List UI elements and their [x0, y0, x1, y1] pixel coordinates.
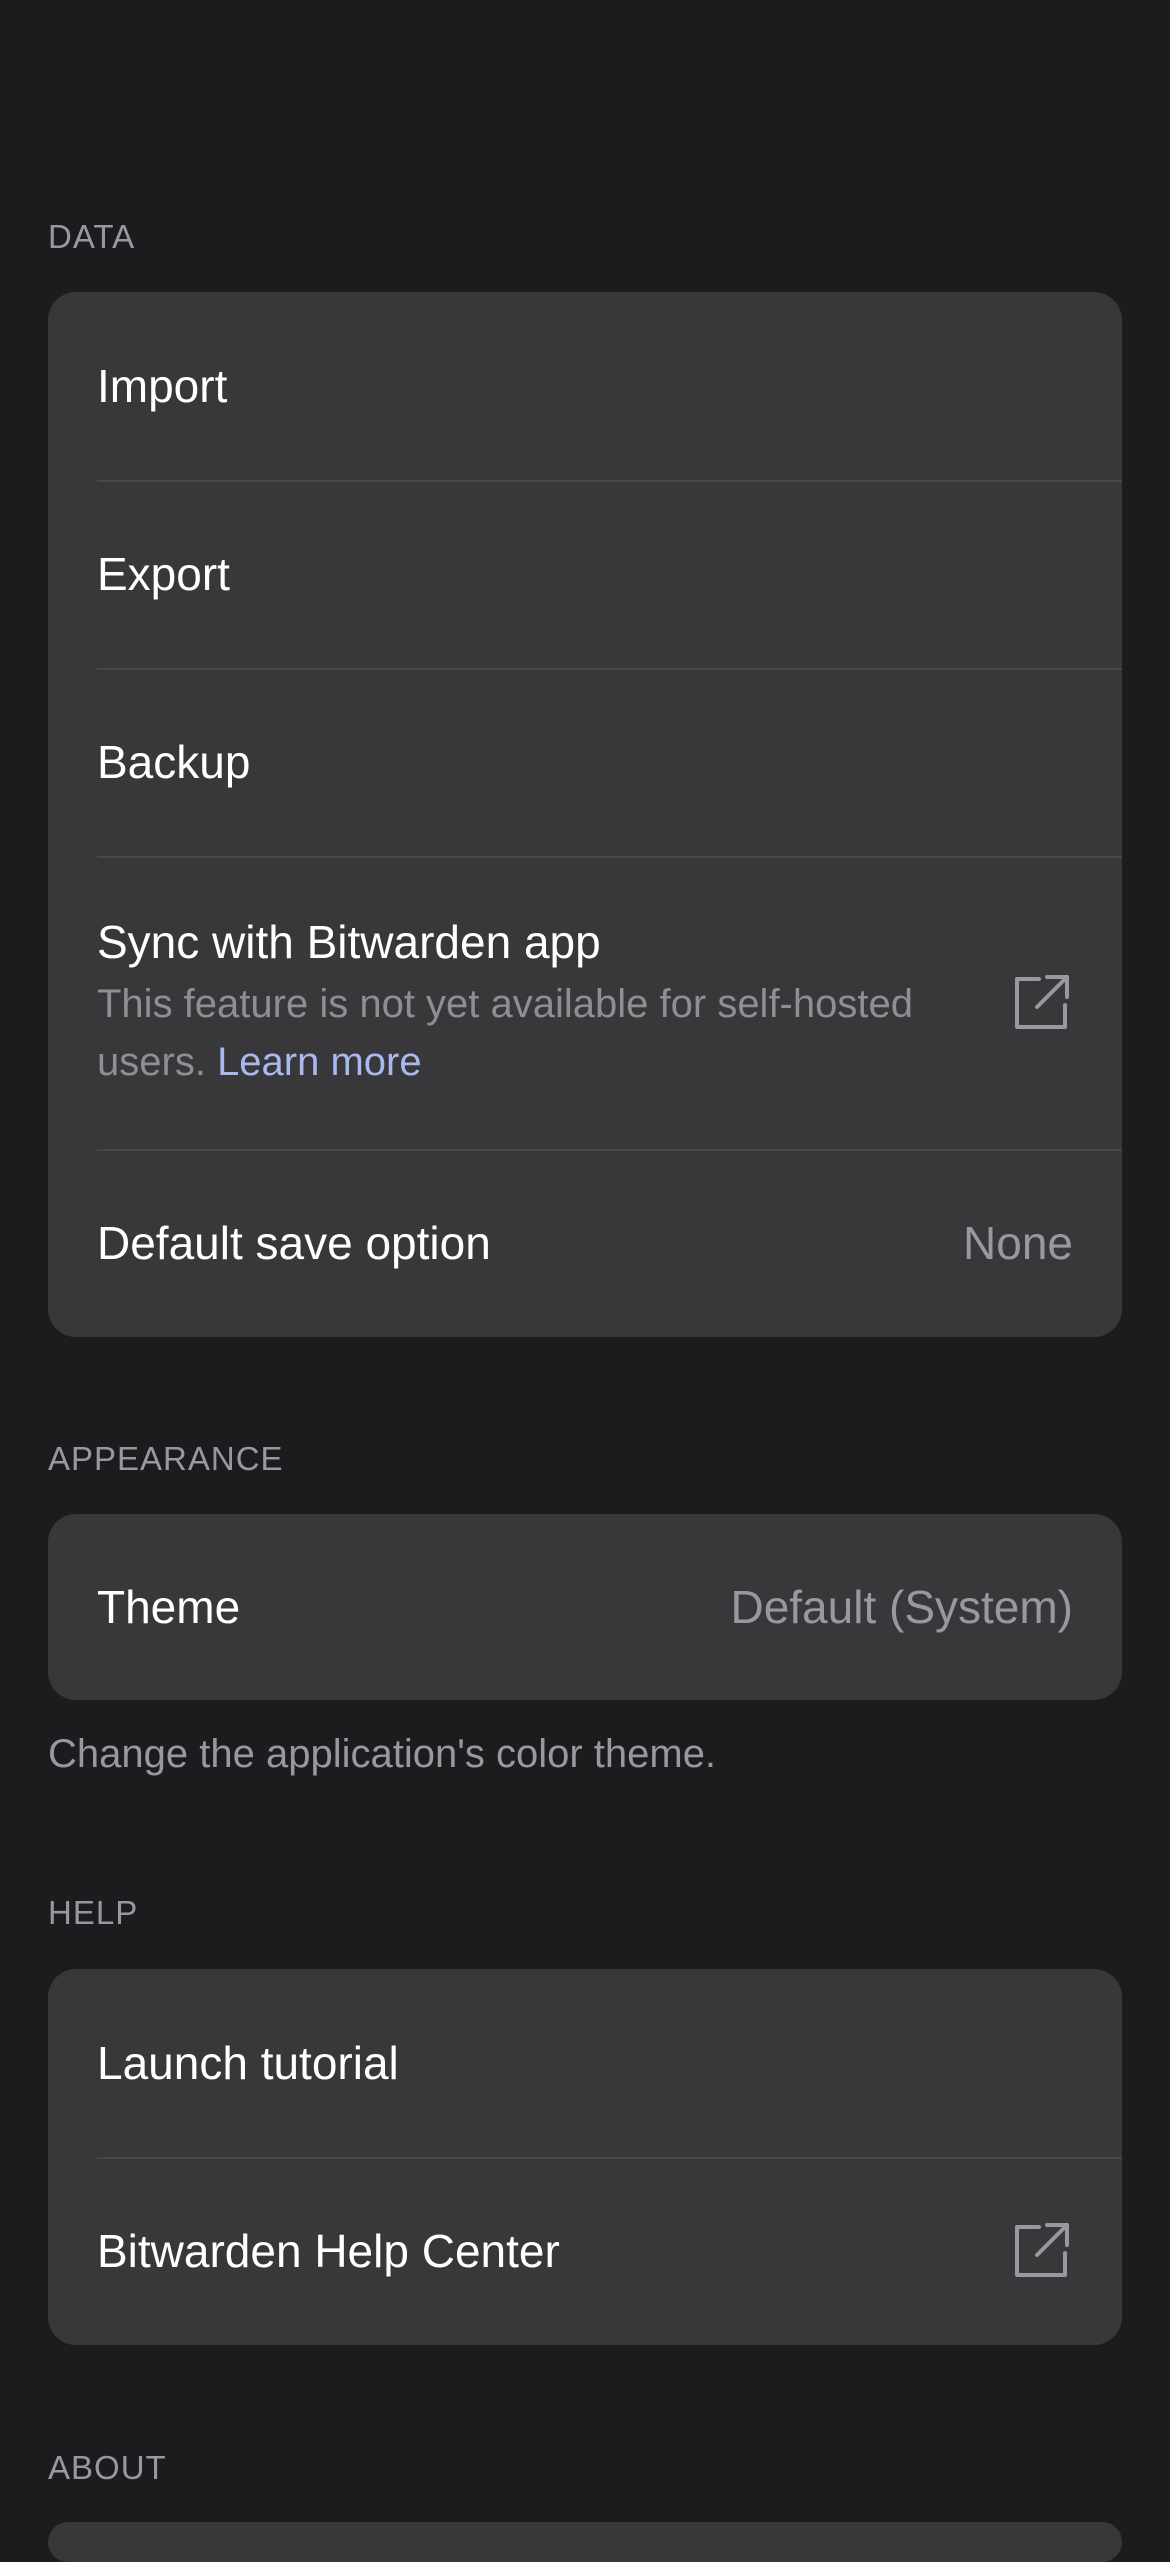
- theme-row[interactable]: Theme Default (System): [48, 1514, 1122, 1700]
- sync-bitwarden-description: This feature is not yet available for se…: [97, 975, 917, 1091]
- launch-tutorial-label: Launch tutorial: [97, 2037, 399, 2089]
- sync-bitwarden-row[interactable]: Sync with Bitwarden app This feature is …: [48, 856, 1122, 1149]
- import-label: Import: [97, 360, 228, 412]
- about-card: [48, 2522, 1122, 2562]
- external-link-icon: [1015, 2223, 1069, 2277]
- help-card: Launch tutorial Bitwarden Help Center: [48, 1969, 1122, 2345]
- theme-label: Theme: [97, 1581, 241, 1633]
- section-header-about: ABOUT: [48, 2449, 167, 2486]
- backup-label: Backup: [97, 736, 251, 788]
- default-save-option-label: Default save option: [97, 1217, 491, 1269]
- section-header-help: HELP: [48, 1894, 139, 1931]
- backup-row[interactable]: Backup: [48, 668, 1122, 856]
- learn-more-link[interactable]: Learn more: [217, 1040, 422, 1084]
- export-row[interactable]: Export: [48, 480, 1122, 668]
- sync-bitwarden-label: Sync with Bitwarden app: [97, 915, 601, 968]
- section-header-appearance: APPEARANCE: [48, 1440, 284, 1477]
- appearance-card: Theme Default (System): [48, 1514, 1122, 1700]
- export-label: Export: [97, 548, 230, 600]
- theme-value: Default (System): [730, 1581, 1073, 1633]
- data-card: Import Export Backup Sync with Bitwarden…: [48, 292, 1122, 1337]
- default-save-option-value: None: [963, 1217, 1073, 1269]
- help-center-label: Bitwarden Help Center: [97, 2225, 560, 2277]
- default-save-option-row[interactable]: Default save option None: [48, 1149, 1122, 1337]
- theme-footer-note: Change the application's color theme.: [48, 1732, 717, 1776]
- section-header-data: DATA: [48, 218, 136, 255]
- import-row[interactable]: Import: [48, 292, 1122, 480]
- external-link-icon: [1015, 974, 1069, 1029]
- help-center-row[interactable]: Bitwarden Help Center: [48, 2157, 1122, 2345]
- launch-tutorial-row[interactable]: Launch tutorial: [48, 1969, 1122, 2157]
